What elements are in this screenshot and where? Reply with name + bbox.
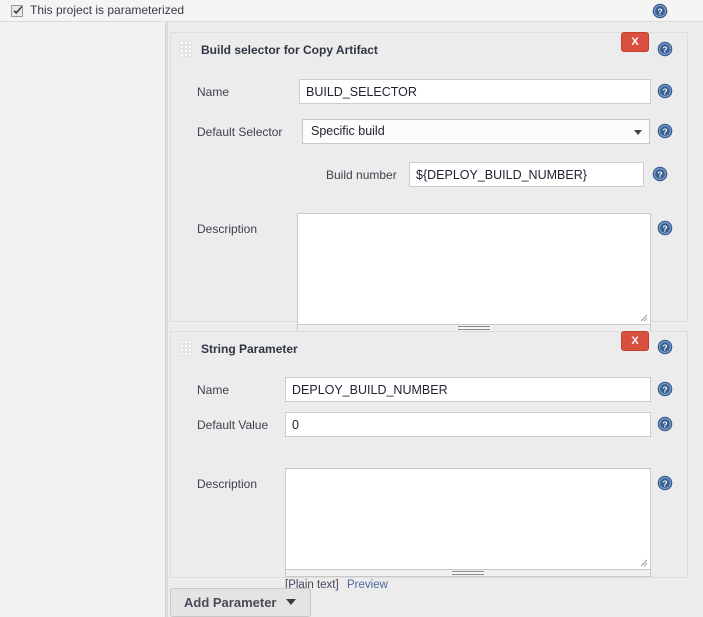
svg-text:?: ?: [662, 385, 667, 395]
svg-text:?: ?: [662, 127, 667, 137]
help-icon-description[interactable]: ?: [657, 475, 673, 491]
delete-parameter-button-0[interactable]: X: [621, 32, 649, 52]
help-icon: ?: [657, 123, 673, 139]
drag-handle-icon[interactable]: [181, 42, 193, 56]
help-icon: ?: [652, 3, 668, 19]
column-divider: [165, 22, 168, 617]
panel-title: String Parameter: [201, 342, 298, 356]
drag-handle-icon[interactable]: [181, 341, 193, 355]
resize-grip-icon[interactable]: [639, 558, 648, 567]
default-value-input[interactable]: [285, 412, 651, 437]
description-textarea[interactable]: [285, 468, 651, 570]
help-icon-default-value[interactable]: ?: [657, 416, 673, 432]
parameterized-toggle-row: This project is parameterized ?: [0, 0, 703, 22]
delete-parameter-button-1[interactable]: X: [621, 331, 649, 351]
help-icon-name[interactable]: ?: [657, 83, 673, 99]
field-label-description: Description: [197, 477, 258, 491]
help-icon: ?: [657, 475, 673, 491]
help-icon: ?: [657, 220, 673, 236]
default-selector-select[interactable]: Specific build: [302, 119, 650, 144]
left-gutter: [0, 22, 165, 617]
field-label-name: Name: [197, 85, 230, 99]
help-icon-panel-title[interactable]: ?: [657, 41, 673, 57]
field-label-build-number: Build number: [326, 168, 397, 182]
help-icon-name[interactable]: ?: [657, 381, 673, 397]
resize-grip-icon[interactable]: [639, 313, 648, 322]
field-label-default-selector: Default Selector: [197, 125, 283, 139]
default-selector-value: Specific build: [311, 124, 385, 138]
help-icon: ?: [652, 166, 668, 182]
parameterized-label: This project is parameterized: [30, 3, 185, 17]
help-icon: ?: [657, 41, 673, 57]
svg-text:?: ?: [662, 87, 667, 97]
parameterized-checkbox[interactable]: [11, 5, 23, 17]
preview-link[interactable]: Preview: [347, 579, 388, 591]
help-icon-build-number[interactable]: ?: [652, 166, 668, 182]
svg-text:?: ?: [662, 224, 667, 234]
svg-text:?: ?: [662, 45, 667, 55]
help-icon-default-selector[interactable]: ?: [657, 123, 673, 139]
help-icon: ?: [657, 339, 673, 355]
checkmark-icon: [13, 6, 23, 14]
name-input[interactable]: [299, 79, 651, 104]
parameter-panel-build-selector: Build selector for Copy Artifact Name De…: [170, 32, 688, 332]
build-number-input[interactable]: [409, 162, 644, 187]
help-icon-panel-title[interactable]: ?: [657, 339, 673, 355]
parameters-column: Build selector for Copy Artifact Name De…: [169, 22, 703, 617]
help-icon: ?: [657, 381, 673, 397]
help-icon: ?: [657, 416, 673, 432]
help-icon-description[interactable]: ?: [657, 220, 673, 236]
chevron-down-icon: [634, 130, 642, 135]
svg-text:?: ?: [657, 170, 662, 180]
chevron-down-icon: [286, 599, 297, 605]
field-label-description: Description: [197, 222, 258, 236]
svg-text:?: ?: [662, 343, 667, 353]
help-icon: ?: [657, 83, 673, 99]
field-label-name: Name: [197, 383, 230, 397]
add-parameter-button[interactable]: Add Parameter: [170, 588, 312, 617]
svg-text:?: ?: [662, 420, 667, 430]
panel-title: Build selector for Copy Artifact: [201, 43, 378, 57]
textarea-drag-bar[interactable]: [285, 570, 651, 577]
help-icon-parameterized[interactable]: ?: [652, 3, 668, 19]
svg-text:?: ?: [662, 479, 667, 489]
field-label-default-value: Default Value: [197, 418, 269, 432]
name-input[interactable]: [285, 377, 651, 402]
svg-text:?: ?: [657, 7, 662, 17]
description-textarea[interactable]: [297, 213, 651, 325]
add-parameter-label: Add Parameter: [184, 595, 277, 610]
parameter-panel-string: String Parameter Name Default Value Desc…: [170, 331, 688, 591]
